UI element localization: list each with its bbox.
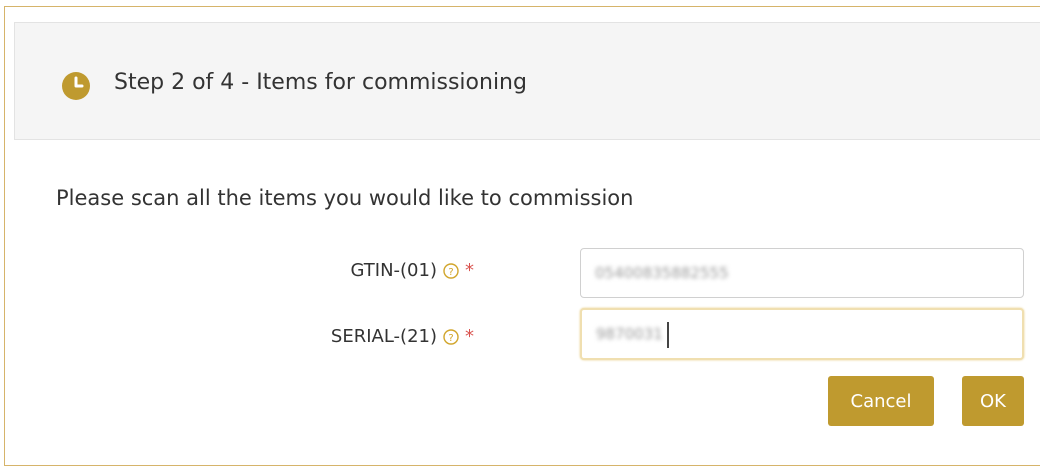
ok-button[interactable]: OK: [962, 376, 1024, 426]
help-icon[interactable]: ?: [443, 262, 459, 279]
serial-input[interactable]: 9870031: [580, 308, 1024, 360]
text-caret: [666, 321, 669, 348]
instruction-text: Please scan all the items you would like…: [56, 186, 634, 210]
serial-value: 9870031: [596, 325, 663, 343]
svg-text:?: ?: [448, 267, 453, 278]
page-title: Step 2 of 4 - Items for commissioning: [114, 70, 527, 95]
gtin-label: GTIN-(01): [350, 260, 437, 281]
cancel-button[interactable]: Cancel: [828, 376, 934, 426]
gtin-input[interactable]: 05400835882555: [580, 248, 1024, 298]
gtin-label-group: GTIN-(01) ? *: [350, 260, 474, 281]
serial-label-group: SERIAL-(21) ? *: [331, 326, 474, 347]
clock-icon: [62, 72, 90, 100]
serial-label: SERIAL-(21): [330, 326, 437, 347]
svg-text:?: ?: [448, 333, 453, 344]
required-marker: *: [465, 326, 474, 347]
gtin-value: 05400835882555: [595, 264, 729, 282]
required-marker: *: [465, 260, 474, 281]
help-icon[interactable]: ?: [443, 328, 459, 345]
